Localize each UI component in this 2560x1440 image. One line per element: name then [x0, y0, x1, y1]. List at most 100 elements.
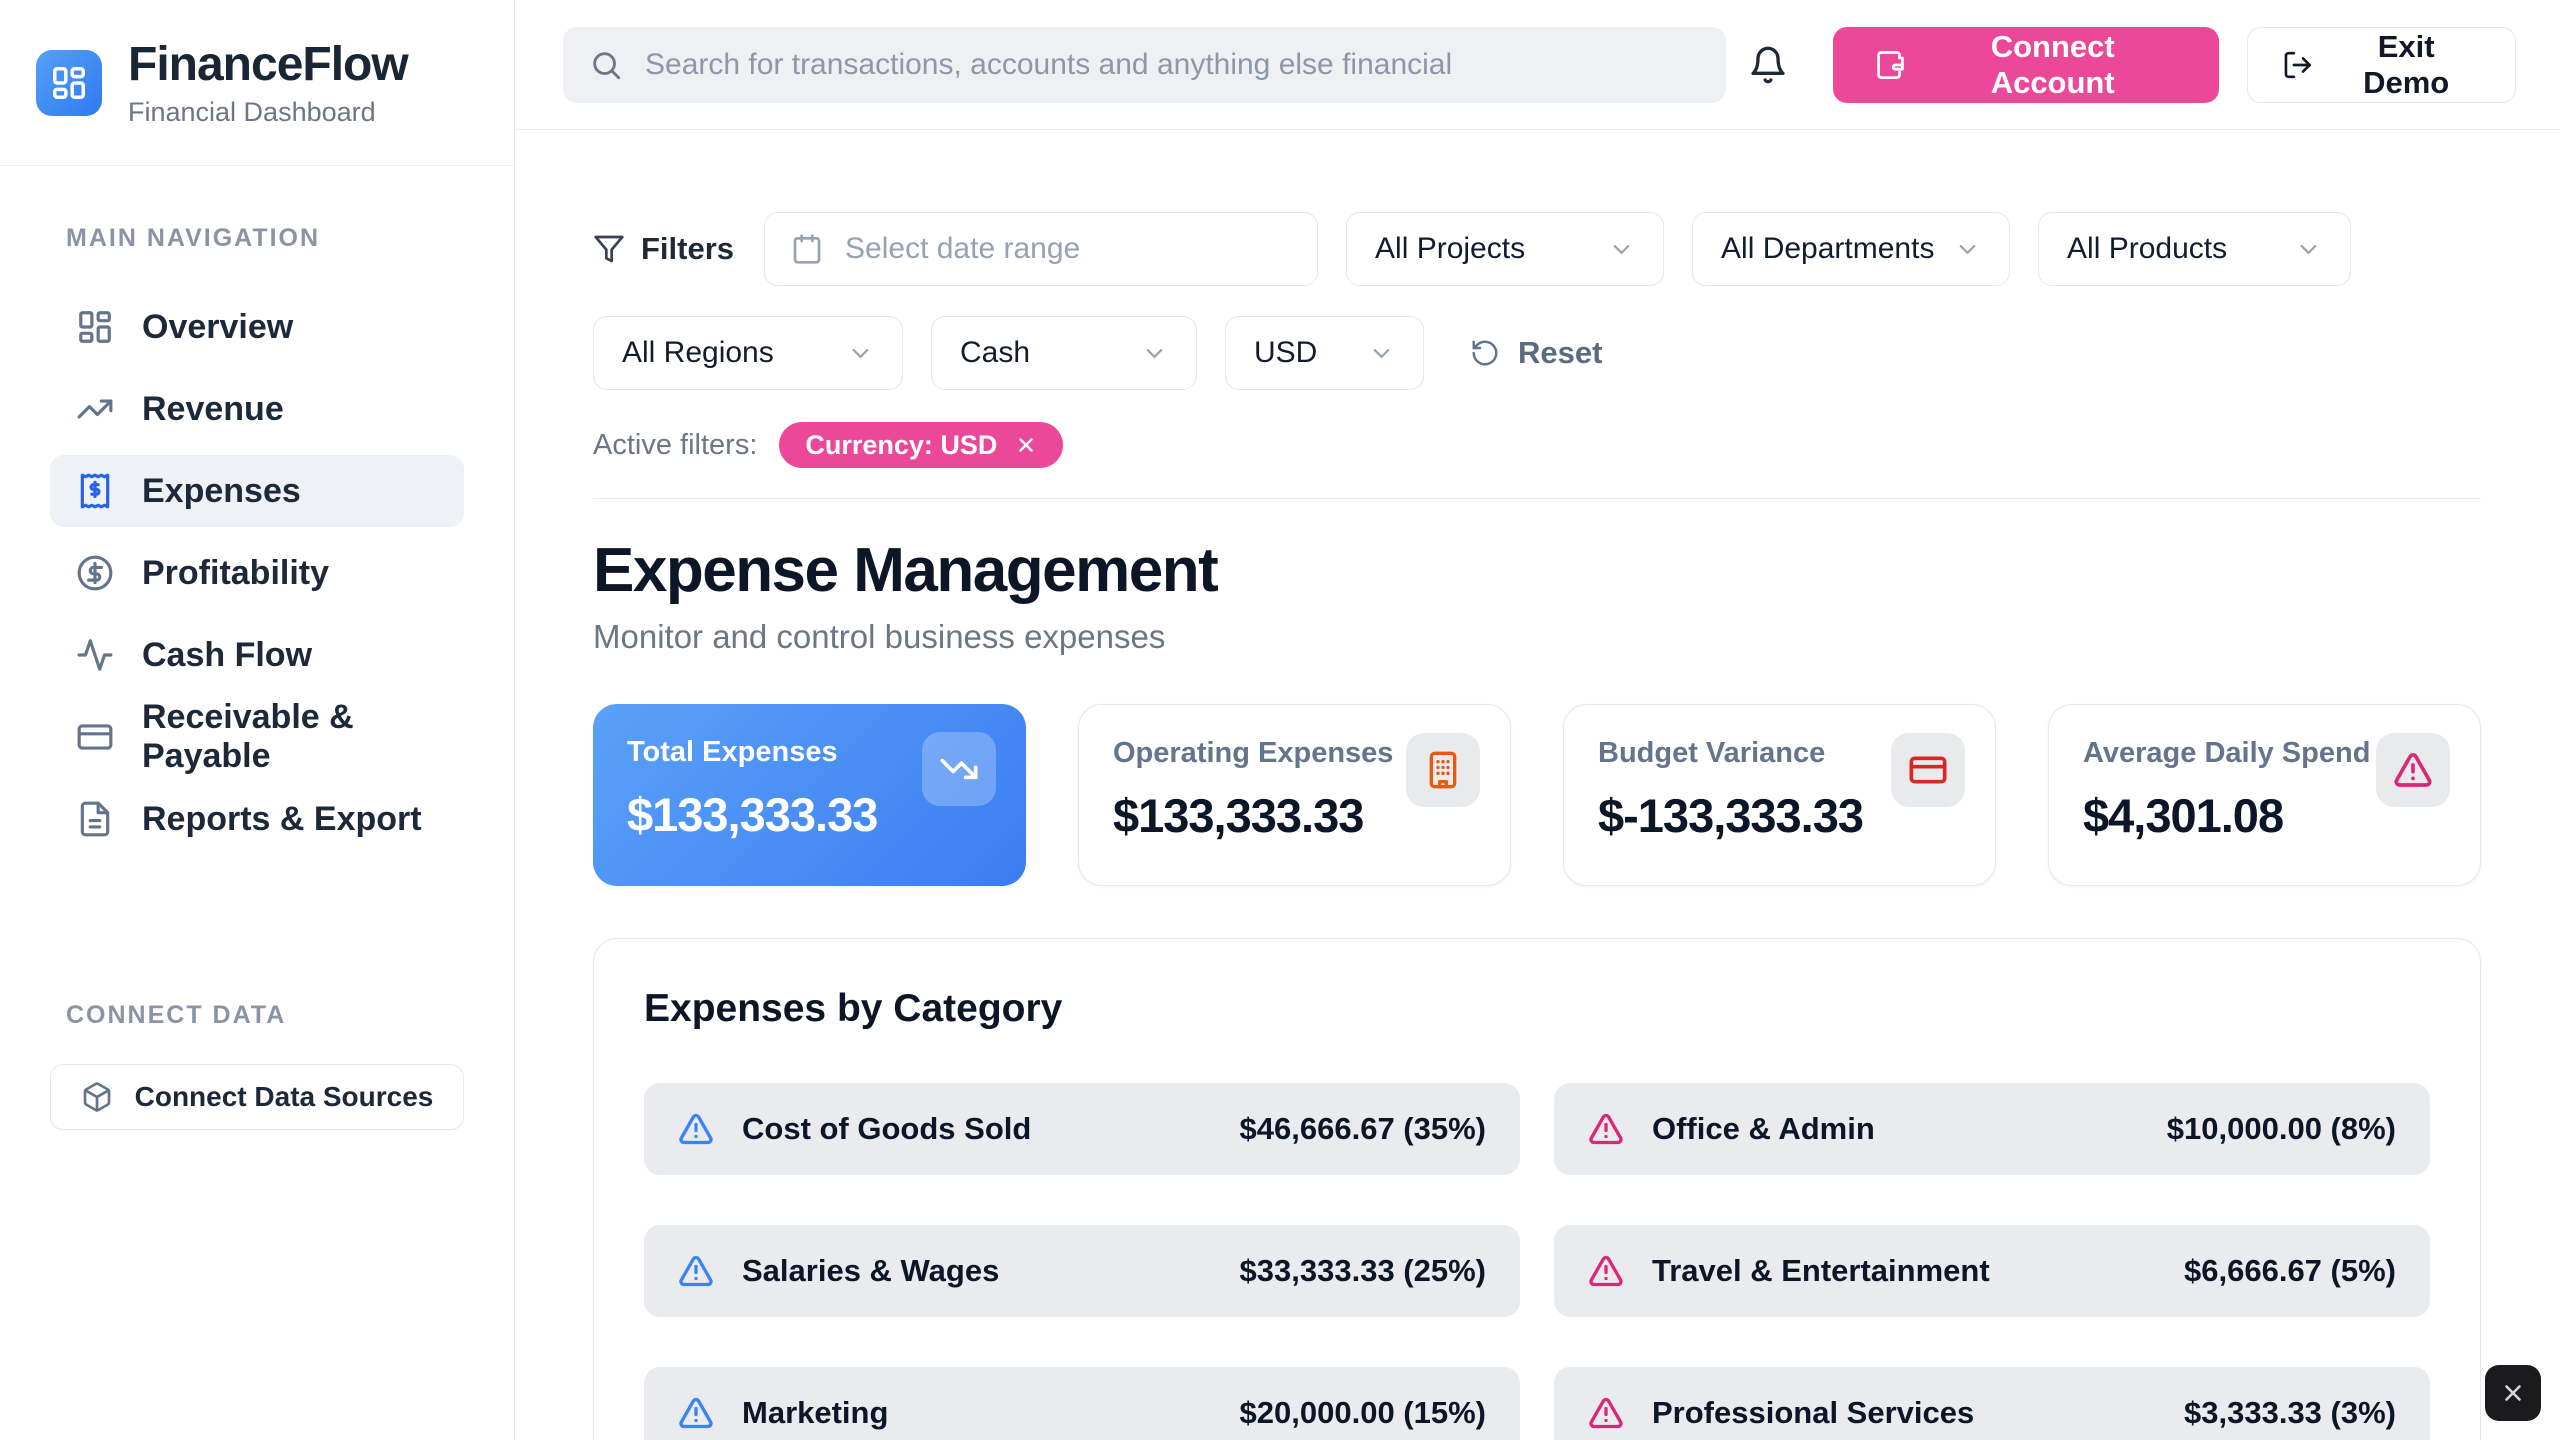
stat-cards: Total Expenses $133,333.33 Operating Exp… — [593, 704, 2481, 886]
logout-icon — [2282, 49, 2314, 81]
funnel-icon — [593, 233, 625, 265]
sidebar-item-label: Cash Flow — [142, 636, 312, 675]
stat-card-operating-expenses[interactable]: Operating Expenses $133,333.33 — [1078, 704, 1511, 886]
reset-filters-button[interactable]: Reset — [1470, 335, 1602, 371]
close-icon — [2500, 1380, 2526, 1406]
currency-filter[interactable]: USD — [1225, 316, 1424, 390]
chevron-down-icon — [1608, 236, 1635, 263]
category-name: Cost of Goods Sold — [742, 1111, 1212, 1147]
section-divider — [593, 498, 2481, 499]
alert-triangle-icon — [2376, 733, 2450, 807]
layout-dashboard-icon — [50, 64, 88, 102]
bell-icon — [1748, 45, 1791, 85]
projects-filter[interactable]: All Projects — [1346, 212, 1664, 286]
sidebar-item-profitability[interactable]: Profitability — [50, 537, 464, 609]
category-name: Salaries & Wages — [742, 1253, 1212, 1289]
connect-data-header: CONNECT DATA — [0, 1001, 514, 1030]
main-navigation: Overview Revenue Expenses Profitability … — [0, 291, 514, 855]
alert-triangle-icon — [1588, 1395, 1624, 1431]
alert-triangle-icon — [678, 1395, 714, 1431]
category-row: Marketing $20,000.00 (15%) — [644, 1367, 1520, 1440]
sidebar-spacer — [0, 855, 514, 1001]
building-icon — [1406, 733, 1480, 807]
sidebar-item-label: Expenses — [142, 472, 301, 511]
trending-down-icon — [922, 732, 996, 806]
chevron-down-icon — [1954, 236, 1981, 263]
sidebar: FinanceFlow Financial Dashboard MAIN NAV… — [0, 0, 515, 1440]
category-row: Office & Admin $10,000.00 (8%) — [1554, 1083, 2430, 1175]
chevron-down-icon — [1368, 340, 1395, 367]
section-title: Expenses by Category — [644, 987, 2430, 1031]
category-name: Travel & Entertainment — [1652, 1253, 2156, 1289]
filters-label: Filters — [593, 231, 734, 267]
exit-demo-label: Exit Demo — [2331, 29, 2481, 101]
close-icon[interactable] — [1015, 434, 1037, 456]
search-bar[interactable] — [563, 27, 1726, 103]
trending-up-icon — [76, 390, 114, 428]
page-subtitle: Monitor and control business expenses — [593, 618, 2481, 656]
alert-triangle-icon — [678, 1253, 714, 1289]
notifications-button[interactable] — [1748, 43, 1791, 87]
category-name: Professional Services — [1652, 1395, 2156, 1431]
app-logo — [36, 50, 102, 116]
activity-icon — [76, 636, 114, 674]
chevron-down-icon — [2295, 236, 2322, 263]
sidebar-item-overview[interactable]: Overview — [50, 291, 464, 363]
category-name: Marketing — [742, 1395, 1212, 1431]
file-text-icon — [76, 800, 114, 838]
departments-filter[interactable]: All Departments — [1692, 212, 2010, 286]
exit-demo-button[interactable]: Exit Demo — [2247, 27, 2516, 103]
products-filter[interactable]: All Products — [2038, 212, 2351, 286]
date-range-placeholder: Select date range — [845, 232, 1080, 266]
layout-dashboard-icon — [76, 308, 114, 346]
category-amount: $33,333.33 (25%) — [1240, 1253, 1486, 1289]
sidebar-item-revenue[interactable]: Revenue — [50, 373, 464, 445]
category-amount: $6,666.67 (5%) — [2184, 1253, 2396, 1289]
calendar-icon — [791, 233, 823, 265]
close-button[interactable] — [2485, 1365, 2541, 1421]
page-title: Expense Management — [593, 535, 2481, 606]
category-amount: $10,000.00 (8%) — [2167, 1111, 2396, 1147]
sidebar-item-label: Reports & Export — [142, 800, 422, 839]
expenses-by-category-card: Expenses by Category Cost of Goods Sold … — [593, 938, 2481, 1440]
stat-card-budget-variance[interactable]: Budget Variance $-133,333.33 — [1563, 704, 1996, 886]
sidebar-item-receivable-payable[interactable]: Receivable & Payable — [50, 701, 464, 773]
sidebar-item-label: Revenue — [142, 390, 284, 429]
search-input[interactable] — [645, 48, 1700, 82]
connect-data-sources-label: Connect Data Sources — [135, 1081, 434, 1113]
sidebar-item-cash-flow[interactable]: Cash Flow — [50, 619, 464, 691]
sidebar-item-reports-export[interactable]: Reports & Export — [50, 783, 464, 855]
stat-card-average-daily-spend[interactable]: Average Daily Spend $4,301.08 — [2048, 704, 2481, 886]
currency-filter-chip[interactable]: Currency: USD — [779, 422, 1063, 468]
filters-row-1: Filters Select date range All Projects A… — [593, 212, 2481, 286]
connect-account-label: Connect Account — [1927, 29, 2179, 101]
active-filters-label: Active filters: — [593, 429, 757, 462]
basis-filter[interactable]: Cash — [931, 316, 1197, 390]
sidebar-item-expenses[interactable]: Expenses — [50, 455, 464, 527]
sidebar-item-label: Overview — [142, 308, 293, 347]
topbar: Connect Account Exit Demo — [515, 0, 2560, 130]
rotate-ccw-icon — [1470, 338, 1500, 368]
category-amount: $46,666.67 (35%) — [1240, 1111, 1486, 1147]
regions-filter[interactable]: All Regions — [593, 316, 903, 390]
category-amount: $3,333.33 (3%) — [2184, 1395, 2396, 1431]
brand-subtitle: Financial Dashboard — [128, 97, 408, 128]
stat-card-total-expenses[interactable]: Total Expenses $133,333.33 — [593, 704, 1026, 886]
reset-label: Reset — [1518, 335, 1602, 371]
sidebar-item-label: Receivable & Payable — [142, 698, 438, 776]
category-grid: Cost of Goods Sold $46,666.67 (35%) Offi… — [644, 1083, 2430, 1440]
category-row: Cost of Goods Sold $46,666.67 (35%) — [644, 1083, 1520, 1175]
package-icon — [81, 1081, 113, 1113]
credit-card-icon — [76, 718, 114, 756]
connect-account-button[interactable]: Connect Account — [1833, 27, 2219, 103]
page-content: Filters Select date range All Projects A… — [515, 130, 2560, 1440]
nav-section-header: MAIN NAVIGATION — [0, 224, 514, 253]
connect-data-sources-button[interactable]: Connect Data Sources — [50, 1064, 464, 1130]
credit-card-icon — [1891, 733, 1965, 807]
wallet-icon — [1873, 48, 1907, 82]
alert-triangle-icon — [1588, 1253, 1624, 1289]
date-range-input[interactable]: Select date range — [764, 212, 1318, 286]
alert-triangle-icon — [1588, 1111, 1624, 1147]
category-amount: $20,000.00 (15%) — [1240, 1395, 1486, 1431]
receipt-icon — [76, 472, 114, 510]
